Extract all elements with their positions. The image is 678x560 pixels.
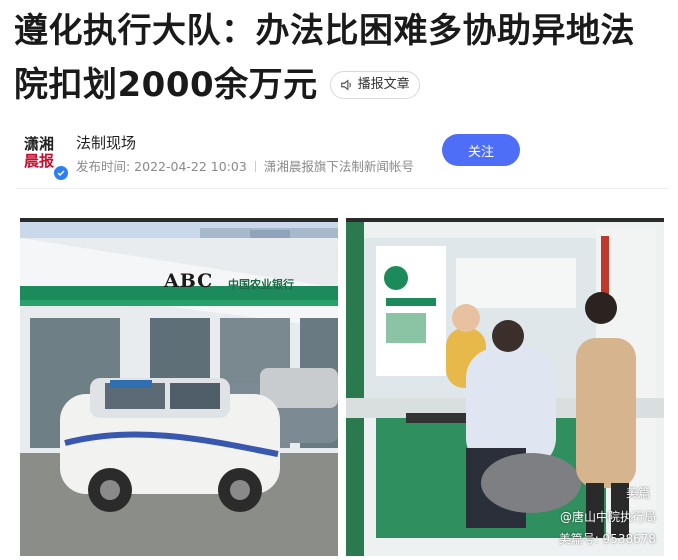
meta-divider [254,161,256,172]
bank-scene-illustration [20,218,338,556]
bank-sign-name: 中国农业银行 [228,278,294,291]
speaker-icon [340,79,351,91]
watermark-brand: 美篇 [625,486,650,500]
follow-button[interactable]: 关注 [442,134,520,166]
publish-time: 发布时间: 2022-04-22 10:03 [76,159,247,174]
bank-counter-illustration [346,218,664,556]
author-source: 潇湘晨报旗下法制新闻帐号 [263,159,414,174]
watermark-account: @唐山中院执行局 [559,510,656,524]
author-name[interactable]: 法制现场 [76,132,136,153]
photo-top-border [20,218,338,222]
bank-sign-abc: ABC [164,270,214,292]
watermark-id: 美篇号: 9538678 [558,532,656,546]
photo-top-border-right [346,218,664,222]
bank-counter-photo: 美篇 @唐山中院执行局 美篇号: 9538678 [346,218,664,556]
article-title-line1: 遵化执行大队：办法比困难多协助异地法 [14,11,635,51]
author-meta: 发布时间: 2022-04-22 10:03 潇湘晨报旗下法制新闻帐号 [76,156,414,175]
avatar-text-top: 潇湘 [23,135,54,153]
speak-article-button[interactable]: 播报文章 [329,71,420,99]
avatar-text-bottom: 晨报 [23,152,54,170]
bank-exterior-photo: ABC 中国农业银行 [20,218,338,556]
article-title: 遵化执行大队：办法比困难多协助异地法 院扣划2000余万元 播报文章 [14,4,674,112]
speak-article-label: 播报文章 [357,77,410,92]
author-bar: 潇湘 晨报 法制现场 发布时间: 2022-04-22 10:03 潇湘晨报旗下法… [16,128,668,189]
verified-icon [52,164,70,182]
article-title-line2: 院扣划2000余万元 [14,65,318,105]
